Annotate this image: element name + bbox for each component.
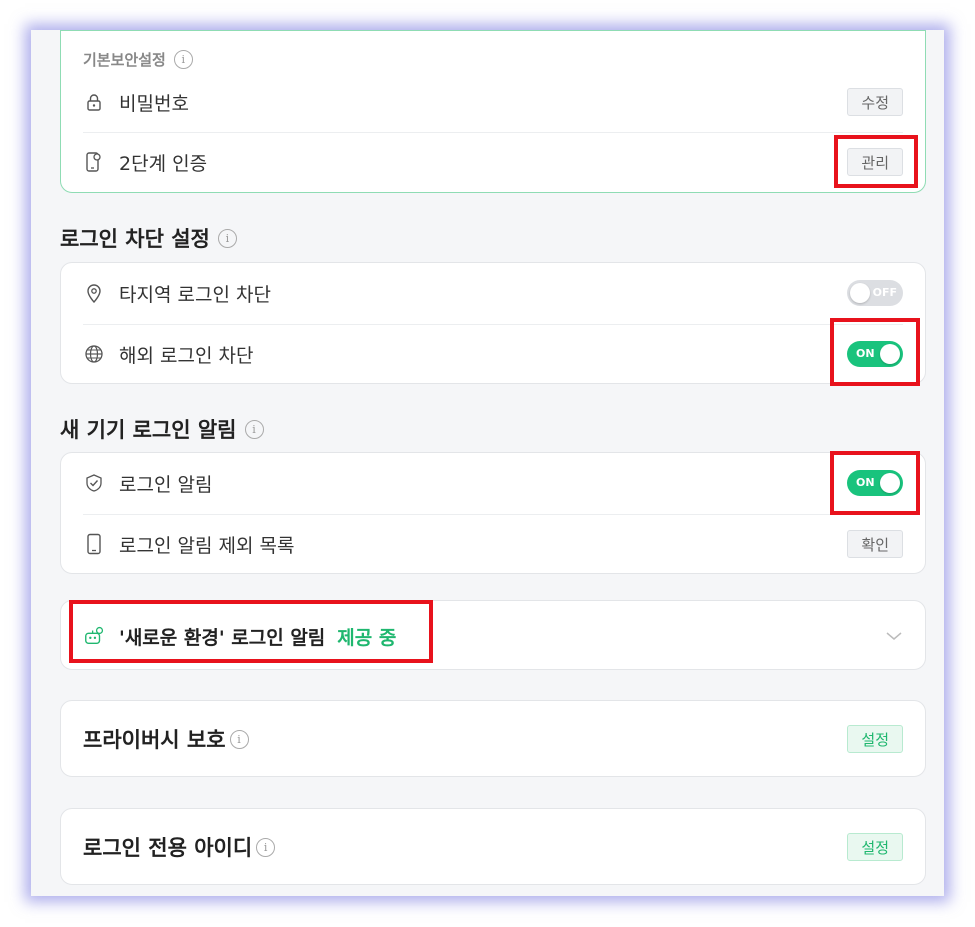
region-block-row: 타지역 로그인 차단 OFF xyxy=(83,263,903,323)
basic-security-card: 기본보안설정 i 비밀번호 수정 2단계 인증 관리 xyxy=(60,30,926,193)
info-icon[interactable]: i xyxy=(244,419,264,439)
login-block-card: 타지역 로그인 차단 OFF 해외 로그인 차단 ON xyxy=(60,262,926,384)
login-block-title: 로그인 차단 설정 i xyxy=(60,223,237,253)
new-environment-status: 제공 중 xyxy=(337,626,397,649)
settings-content: 기본보안설정 i 비밀번호 수정 2단계 인증 관리 로그인 차단 설정 i 타… xyxy=(31,30,944,896)
lock-icon xyxy=(83,91,105,113)
info-icon[interactable]: i xyxy=(256,837,276,857)
chevron-down-icon[interactable] xyxy=(885,630,903,642)
overseas-block-row: 해외 로그인 차단 ON xyxy=(83,324,903,384)
alert-exclusion-check-button[interactable]: 확인 xyxy=(847,530,903,558)
login-id-setting-button[interactable]: 설정 xyxy=(847,833,903,861)
new-device-title: 새 기기 로그인 알림 i xyxy=(60,414,264,444)
login-id-card: 로그인 전용 아이디 i 설정 xyxy=(60,808,926,885)
robot-icon xyxy=(83,625,105,647)
info-icon[interactable]: i xyxy=(173,50,193,69)
privacy-card: 프라이버시 보호 i 설정 xyxy=(60,700,926,777)
two-factor-row: 2단계 인증 관리 xyxy=(83,132,903,192)
phone-key-icon xyxy=(83,151,105,173)
new-environment-label: '새로운 환경' 로그인 알림 xyxy=(119,626,326,649)
new-environment-row[interactable]: '새로운 환경' 로그인 알림 제공 중 xyxy=(83,606,903,666)
region-block-toggle[interactable]: OFF xyxy=(847,280,903,306)
password-label: 비밀번호 xyxy=(119,92,189,115)
password-row: 비밀번호 수정 xyxy=(83,72,903,132)
location-pin-icon xyxy=(83,282,105,304)
info-icon[interactable]: i xyxy=(217,228,237,248)
settings-panel: 기본보안설정 i 비밀번호 수정 2단계 인증 관리 로그인 차단 설정 i 타… xyxy=(31,30,944,896)
two-factor-manage-button[interactable]: 관리 xyxy=(847,148,903,176)
login-alert-toggle[interactable]: ON xyxy=(847,470,903,496)
login-id-title: 로그인 전용 아이디 i xyxy=(83,809,276,885)
toggle-knob xyxy=(880,473,900,493)
toggle-knob xyxy=(880,344,900,364)
new-environment-card[interactable]: '새로운 환경' 로그인 알림 제공 중 xyxy=(60,600,926,670)
login-alert-label: 로그인 알림 xyxy=(119,473,213,496)
globe-icon xyxy=(83,343,105,365)
mobile-device-icon xyxy=(83,533,105,555)
new-device-card: 로그인 알림 ON 로그인 알림 제외 목록 확인 xyxy=(60,452,926,574)
overseas-block-label: 해외 로그인 차단 xyxy=(119,344,254,367)
login-alert-row: 로그인 알림 ON xyxy=(83,453,903,513)
basic-security-heading: 기본보안설정 i xyxy=(83,49,193,70)
info-icon[interactable]: i xyxy=(229,729,249,749)
password-edit-button[interactable]: 수정 xyxy=(847,88,903,116)
overseas-block-toggle[interactable]: ON xyxy=(847,341,903,367)
privacy-title: 프라이버시 보호 i xyxy=(83,701,249,777)
alert-exclusion-label: 로그인 알림 제외 목록 xyxy=(119,534,295,557)
privacy-setting-button[interactable]: 설정 xyxy=(847,725,903,753)
shield-check-icon xyxy=(83,472,105,494)
alert-exclusion-row: 로그인 알림 제외 목록 확인 xyxy=(83,514,903,574)
two-factor-label: 2단계 인증 xyxy=(119,152,208,175)
toggle-knob xyxy=(850,283,870,303)
region-block-label: 타지역 로그인 차단 xyxy=(119,283,271,306)
